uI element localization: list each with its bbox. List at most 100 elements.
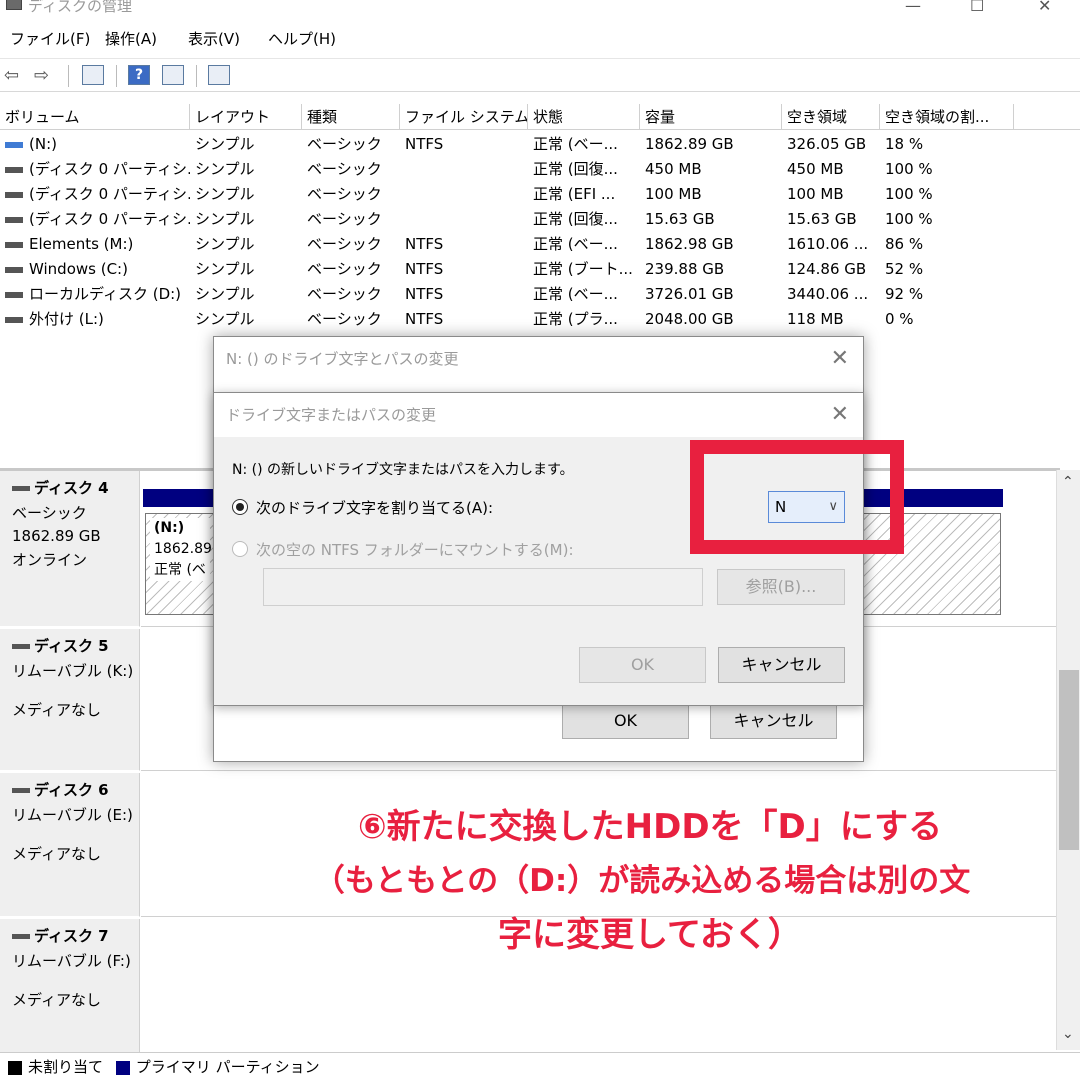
table-cell[interactable]: シンプル [190, 207, 302, 232]
col-header-free-percent[interactable]: 空き領域の割... [880, 104, 1014, 130]
table-cell[interactable]: ベーシック [302, 257, 400, 282]
table-cell[interactable]: 3440.06 ... [782, 282, 880, 307]
table-cell[interactable]: 正常 (回復... [528, 207, 640, 232]
back-arrow-icon[interactable]: ⇦ [4, 66, 19, 86]
help-icon[interactable]: ? [128, 65, 150, 85]
table-cell[interactable]: 100 % [880, 157, 1014, 182]
table-cell[interactable]: ベーシック [302, 132, 400, 157]
col-header-free-space[interactable]: 空き領域 [782, 104, 880, 130]
ok-button[interactable]: OK [579, 647, 706, 683]
table-cell[interactable]: 86 % [880, 232, 1014, 257]
folder-path-input[interactable] [263, 568, 703, 606]
table-cell[interactable]: 52 % [880, 257, 1014, 282]
table-cell[interactable]: 100 MB [640, 182, 782, 207]
col-header-type[interactable]: 種類 [302, 104, 400, 130]
outer-ok-button[interactable]: OK [562, 703, 689, 739]
table-cell[interactable]: ベーシック [302, 232, 400, 257]
volume-name-cell[interactable]: Elements (M:) [0, 232, 190, 257]
table-cell[interactable]: ベーシック [302, 182, 400, 207]
minimize-button[interactable]: — [905, 0, 921, 15]
table-cell[interactable]: ベーシック [302, 207, 400, 232]
volume-name-cell[interactable]: 外付け (L:) [0, 307, 190, 332]
table-cell[interactable]: 118 MB [782, 307, 880, 332]
disk-label-5[interactable]: ディスク 5 リムーバブル (K:) メディアなし [0, 629, 140, 771]
table-cell[interactable]: 0 % [880, 307, 1014, 332]
table-cell[interactable]: 326.05 GB [782, 132, 880, 157]
volume-name-cell[interactable]: (ディスク 0 パーティシ... [0, 182, 190, 207]
table-cell[interactable]: 100 % [880, 182, 1014, 207]
menu-help[interactable]: ヘルプ(H) [268, 28, 336, 49]
table-cell[interactable]: 450 MB [640, 157, 782, 182]
volume-name-cell[interactable]: Windows (C:) [0, 257, 190, 282]
browse-button[interactable]: 参照(B)... [717, 569, 845, 605]
table-cell[interactable]: 92 % [880, 282, 1014, 307]
table-cell[interactable]: ベーシック [302, 157, 400, 182]
properties-icon[interactable] [162, 65, 184, 85]
table-cell[interactable]: 1610.06 ... [782, 232, 880, 257]
close-button[interactable]: ✕ [1038, 0, 1051, 15]
table-cell[interactable]: 正常 (EFI ... [528, 182, 640, 207]
table-cell[interactable]: 正常 (ブート... [528, 257, 640, 282]
scroll-down-icon[interactable]: ⌄ [1062, 1026, 1074, 1042]
table-cell[interactable]: シンプル [190, 157, 302, 182]
table-cell[interactable] [400, 182, 528, 207]
table-cell[interactable]: 15.63 GB [782, 207, 880, 232]
disk-label-6[interactable]: ディスク 6 リムーバブル (E:) メディアなし [0, 773, 140, 917]
table-cell[interactable]: NTFS [400, 132, 528, 157]
volume-name-cell[interactable]: (N:) [0, 132, 190, 157]
table-cell[interactable]: シンプル [190, 182, 302, 207]
table-cell[interactable]: 1862.98 GB [640, 232, 782, 257]
col-header-layout[interactable]: レイアウト [190, 104, 302, 130]
table-cell[interactable]: 正常 (ベー... [528, 132, 640, 157]
table-cell[interactable]: NTFS [400, 282, 528, 307]
scroll-up-icon[interactable]: ⌃ [1062, 474, 1074, 490]
outer-cancel-button[interactable]: キャンセル [710, 703, 837, 739]
list-view-icon[interactable] [82, 65, 104, 85]
table-cell[interactable]: 正常 (回復... [528, 157, 640, 182]
checklist-icon[interactable] [208, 65, 230, 85]
mount-folder-radio[interactable] [232, 541, 248, 557]
table-cell[interactable]: 正常 (プラ... [528, 307, 640, 332]
table-cell[interactable]: 15.63 GB [640, 207, 782, 232]
menu-file[interactable]: ファイル(F) [10, 28, 90, 49]
cancel-button[interactable]: キャンセル [718, 647, 845, 683]
table-cell[interactable]: シンプル [190, 232, 302, 257]
table-cell[interactable]: NTFS [400, 257, 528, 282]
col-header-capacity[interactable]: 容量 [640, 104, 782, 130]
table-cell[interactable] [400, 157, 528, 182]
table-cell[interactable]: シンプル [190, 132, 302, 157]
table-cell[interactable]: 2048.00 GB [640, 307, 782, 332]
table-cell[interactable]: シンプル [190, 282, 302, 307]
table-cell[interactable]: 1862.89 GB [640, 132, 782, 157]
table-cell[interactable]: シンプル [190, 307, 302, 332]
assign-letter-radio[interactable] [232, 499, 248, 515]
vertical-scrollbar[interactable]: ⌃ ⌄ [1056, 470, 1080, 1050]
table-cell[interactable]: 450 MB [782, 157, 880, 182]
menu-view[interactable]: 表示(V) [188, 28, 240, 49]
volume-name-cell[interactable]: (ディスク 0 パーティシ... [0, 157, 190, 182]
table-cell[interactable]: 124.86 GB [782, 257, 880, 282]
table-cell[interactable]: 3726.01 GB [640, 282, 782, 307]
col-header-volume[interactable]: ボリューム [0, 104, 190, 130]
disk-label-7[interactable]: ディスク 7 リムーバブル (F:) メディアなし [0, 919, 140, 1053]
table-cell[interactable]: 239.88 GB [640, 257, 782, 282]
table-cell[interactable] [400, 207, 528, 232]
table-cell[interactable]: 100 % [880, 207, 1014, 232]
forward-arrow-icon[interactable]: ⇨ [34, 66, 49, 86]
close-icon[interactable]: ✕ [831, 402, 849, 427]
table-cell[interactable]: 100 MB [782, 182, 880, 207]
maximize-button[interactable]: ☐ [970, 0, 984, 15]
table-cell[interactable]: ベーシック [302, 282, 400, 307]
close-icon[interactable]: ✕ [831, 346, 849, 371]
col-header-filesystem[interactable]: ファイル システム [400, 104, 528, 130]
table-cell[interactable]: シンプル [190, 257, 302, 282]
menu-action[interactable]: 操作(A) [105, 28, 157, 49]
table-cell[interactable]: 18 % [880, 132, 1014, 157]
volume-name-cell[interactable]: (ディスク 0 パーティシ... [0, 207, 190, 232]
table-cell[interactable]: 正常 (ベー... [528, 282, 640, 307]
table-cell[interactable]: NTFS [400, 307, 528, 332]
col-header-status[interactable]: 状態 [528, 104, 640, 130]
table-cell[interactable]: 正常 (ベー... [528, 232, 640, 257]
table-cell[interactable]: ベーシック [302, 307, 400, 332]
volume-name-cell[interactable]: ローカルディスク (D:) [0, 282, 190, 307]
